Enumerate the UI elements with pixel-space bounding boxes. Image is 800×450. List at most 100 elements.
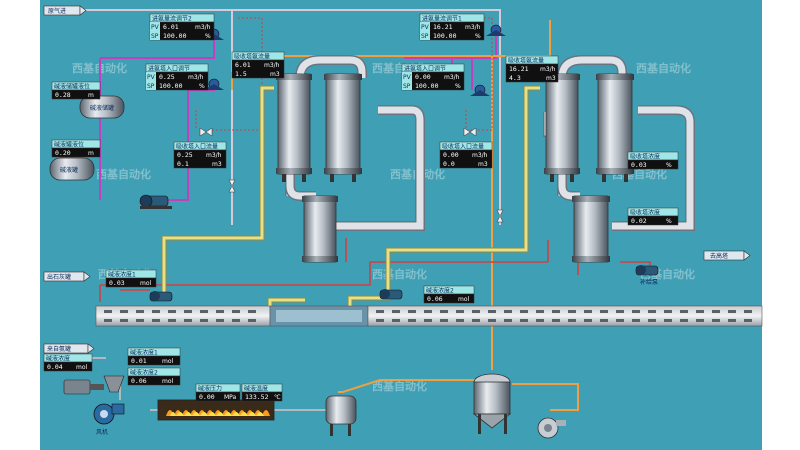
svg-text:0.06: 0.06 xyxy=(131,377,147,385)
svg-text:吸收塔浓度: 吸收塔浓度 xyxy=(630,209,660,217)
svg-text:1.5: 1.5 xyxy=(235,70,247,78)
controller-panel-p2[interactable]: 进氨量流调节1 PV SP 16.21 m3/h 100.00% xyxy=(419,13,485,41)
svg-text:0.03: 0.03 xyxy=(109,279,125,287)
svg-text:碱液浓度1: 碱液浓度1 xyxy=(108,271,136,279)
svg-text:SP: SP xyxy=(151,33,159,40)
svg-text:西基自动化: 西基自动化 xyxy=(96,167,151,181)
svg-text:m3/h: m3/h xyxy=(465,24,481,31)
svg-text:6.01: 6.01 xyxy=(163,23,179,31)
svg-text:m3/h: m3/h xyxy=(540,66,556,73)
svg-text:SP: SP xyxy=(147,83,155,90)
svg-text:PV: PV xyxy=(151,24,160,31)
svg-text:4.3: 4.3 xyxy=(509,74,521,82)
svg-text:0.1: 0.1 xyxy=(177,160,189,168)
svg-text:m3/h: m3/h xyxy=(444,74,460,81)
stream-out-gas: 去高塔 xyxy=(703,250,751,261)
level-panel-p7[interactable]: 碱液储罐液位 0.28 m xyxy=(51,81,101,100)
svg-text:m3/h: m3/h xyxy=(206,152,222,159)
svg-text:0.25: 0.25 xyxy=(177,151,193,159)
svg-text:PV: PV xyxy=(403,74,412,81)
svg-text:吸收塔入口流量: 吸收塔入口流量 xyxy=(176,143,218,151)
svg-text:0.03: 0.03 xyxy=(631,161,647,169)
svg-text:℃: ℃ xyxy=(274,394,281,401)
conc-panel-p17[interactable]: 碱液浓度2 0.06 mol xyxy=(127,367,181,386)
svg-text:100.00: 100.00 xyxy=(163,32,187,40)
svg-text:0.06: 0.06 xyxy=(427,295,443,303)
tower-right-1 xyxy=(544,73,580,182)
svg-text:0.00: 0.00 xyxy=(415,73,431,81)
svg-text:6.01: 6.01 xyxy=(235,61,251,69)
svg-text:西基自动化: 西基自动化 xyxy=(372,267,427,281)
flow-panel-p5[interactable]: 吸收塔氨流量 6.01 m3/h 1.5 m3 xyxy=(231,51,285,79)
svg-text:0.25: 0.25 xyxy=(159,73,175,81)
svg-text:mol: mol xyxy=(162,378,174,385)
svg-text:%: % xyxy=(475,33,481,40)
flow-panel-p10[interactable]: 吸收塔入口流量 0.00 m3/h 0.0 m3 xyxy=(439,141,493,169)
tower-left-1 xyxy=(276,73,312,182)
svg-text:碱液浓度: 碱液浓度 xyxy=(46,355,70,363)
tower-left-2 xyxy=(324,73,362,182)
svg-text:进氨量流调节2: 进氨量流调节2 xyxy=(152,15,192,23)
conc-panel-p15[interactable]: 碱液浓度 0.04 mol xyxy=(43,353,93,372)
svg-text:进氨塔入口调节: 进氨塔入口调节 xyxy=(148,65,190,73)
tower-left-3 xyxy=(302,195,338,263)
svg-text:吸收塔浓度: 吸收塔浓度 xyxy=(630,153,660,161)
svg-text:100.00: 100.00 xyxy=(159,82,183,90)
svg-text:0.00: 0.00 xyxy=(443,151,459,159)
svg-text:0.00: 0.00 xyxy=(199,393,215,401)
svg-text:SP: SP xyxy=(421,33,429,40)
svg-text:16.21: 16.21 xyxy=(509,65,529,73)
svg-text:PV: PV xyxy=(421,24,430,31)
alkali-tank-top-label: 碱液储罐 xyxy=(90,104,114,112)
svg-text:m: m xyxy=(88,92,94,99)
flow-panel-p6[interactable]: 吸收塔氨流量 16.21 m3/h 4.3 m3 xyxy=(505,55,559,83)
conveyor-right xyxy=(367,305,763,327)
svg-text:100.00: 100.00 xyxy=(415,82,439,90)
svg-text:SP: SP xyxy=(403,83,411,90)
pump-right-label: 补给泵 xyxy=(640,278,658,286)
scada-process-diagram: 西基自动化 西基自动化 西基自动化 西基自动化 西基自动化 西基自动化 西基自动… xyxy=(0,0,800,450)
svg-text:来自氨罐: 来自氨罐 xyxy=(47,345,71,353)
svg-text:0.04: 0.04 xyxy=(47,363,63,371)
stream-ammonia-in: 来自氨罐 xyxy=(43,343,95,354)
svg-text:m3/h: m3/h xyxy=(195,24,211,31)
svg-text:0.20: 0.20 xyxy=(55,149,71,157)
svg-text:16.21: 16.21 xyxy=(433,23,453,31)
controller-panel-p1[interactable]: 进氨量流调节2 PV SP 6.01 m3/h 100.00% xyxy=(149,13,215,41)
mixing-trough xyxy=(269,305,369,327)
alkali-tank-top: 碱液储罐 xyxy=(79,95,125,119)
svg-text:MPa: MPa xyxy=(224,394,237,401)
svg-text:碱液压力: 碱液压力 xyxy=(198,385,222,393)
svg-text:mol: mol xyxy=(162,358,174,365)
svg-text:碱液罐液位: 碱液罐液位 xyxy=(54,141,84,149)
pump-left[interactable] xyxy=(139,194,172,209)
svg-text:m3/h: m3/h xyxy=(188,74,204,81)
svg-text:m: m xyxy=(88,150,94,157)
temperature-panel-p19[interactable]: 碱液温度 133.52 ℃ xyxy=(241,383,283,402)
svg-text:m3: m3 xyxy=(546,75,556,82)
controller-panel-p4[interactable]: 进氨塔入口调节 PV SP 0.00 m3/h 100.00% xyxy=(401,63,465,91)
conc-panel-p16[interactable]: 碱液浓度1 0.01 mol xyxy=(127,347,181,366)
level-panel-p8[interactable]: 碱液罐液位 0.20 m xyxy=(51,139,101,158)
conc-panel-p13[interactable]: 碱液浓度1 0.03 mol xyxy=(105,269,157,288)
tower-right-3 xyxy=(572,195,610,263)
conc-panel-p11[interactable]: 吸收塔浓度 0.03% xyxy=(627,151,679,170)
alkali-tank-bottom-label: 碱液罐 xyxy=(60,166,78,174)
svg-text:碱液浓度1: 碱液浓度1 xyxy=(130,349,158,357)
pump-conveyor-2[interactable] xyxy=(379,289,403,300)
svg-text:mol: mol xyxy=(76,364,88,371)
svg-text:%: % xyxy=(455,83,461,90)
svg-text:PV: PV xyxy=(147,74,156,81)
svg-text:mol: mol xyxy=(140,280,152,287)
svg-text:m3: m3 xyxy=(478,161,488,168)
svg-text:去高塔: 去高塔 xyxy=(710,252,728,260)
svg-text:原气进: 原气进 xyxy=(48,7,66,15)
svg-text:0.28: 0.28 xyxy=(55,91,71,99)
flow-panel-p9[interactable]: 吸收塔入口流量 0.25 m3/h 0.1 m3 xyxy=(173,141,227,169)
controller-panel-p3[interactable]: 进氨塔入口调节 PV SP 0.25 m3/h 100.00% xyxy=(145,63,209,91)
svg-text:吸收塔氨流量: 吸收塔氨流量 xyxy=(508,57,544,65)
conc-panel-p12[interactable]: 吸收塔浓度 0.02% xyxy=(627,207,679,226)
conc-panel-p14[interactable]: 碱液浓度2 0.06 mol xyxy=(423,285,475,304)
pump-conveyor-1[interactable] xyxy=(149,291,173,302)
pressure-panel-p18[interactable]: 碱液压力 0.00 MPa xyxy=(195,383,241,402)
